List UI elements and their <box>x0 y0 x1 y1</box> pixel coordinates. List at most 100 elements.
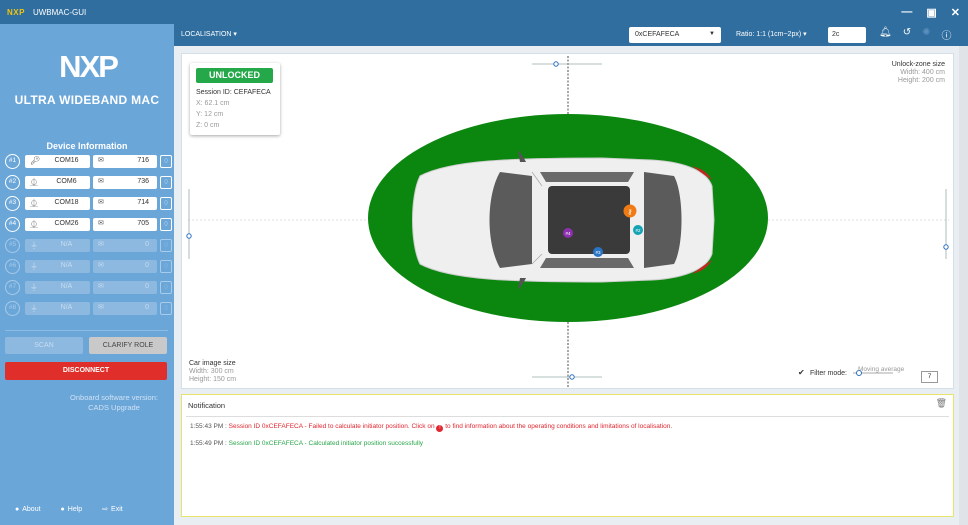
device-port-label: COM6 <box>56 178 77 185</box>
clarify-role-button[interactable]: CLARIFY ROLE <box>89 337 167 354</box>
filter-checkbox[interactable]: ✔ <box>798 369 806 377</box>
antenna-icon: ⏂ <box>30 178 38 187</box>
device-port-field[interactable]: ⏚ N/A <box>25 302 90 315</box>
lightbulb-icon[interactable]: ♢ <box>160 155 172 168</box>
device-row: #4 ⏂ COM26 ✉ 705 ♢ <box>5 217 172 232</box>
undo-icon[interactable]: ↺ <box>903 27 911 42</box>
device-number: #6 <box>5 259 20 274</box>
lightbulb-icon[interactable]: ♢ <box>160 176 172 189</box>
window-controls: — ▣ ✕ <box>901 0 960 24</box>
help-icon: ● <box>60 505 65 513</box>
coord-x: X: 62.1 cm <box>196 100 230 107</box>
device-value-field[interactable]: ✉ 716 <box>93 155 157 168</box>
about-label: About <box>22 505 41 513</box>
notification-message-error: 1:55:43 PM : Session ID 0xCEFAFECA - Fai… <box>190 423 672 432</box>
device-number: #1 <box>5 154 20 169</box>
device-port-field[interactable]: ⏚ N/A <box>25 239 90 252</box>
ratio-input[interactable]: 2c <box>828 27 866 43</box>
device-row: #3 ⏂ COM18 ✉ 714 ♢ <box>5 196 172 211</box>
device-port-label: N/A <box>60 262 73 269</box>
session-select[interactable]: 0xCEFAFECA ▼ <box>629 27 721 43</box>
device-number: #8 <box>5 301 20 316</box>
status-badge: UNLOCKED <box>196 68 273 83</box>
mail-icon: ✉ <box>98 262 104 269</box>
notification-title: Notification <box>188 401 226 410</box>
device-port-field[interactable]: ⏂ COM18 <box>25 197 90 210</box>
device-value-field[interactable]: ✉ 0 <box>93 302 157 315</box>
usb-icon: ⏚ <box>30 283 38 292</box>
lightbulb-icon[interactable]: ♢ <box>160 197 172 210</box>
mail-icon: ✉ <box>98 199 104 206</box>
device-port-label: COM26 <box>54 220 79 227</box>
device-value-field[interactable]: ✉ 0 <box>93 239 157 252</box>
key-icon: ⚷ <box>627 208 632 216</box>
bell-icon[interactable]: 🔔︎ <box>879 27 892 42</box>
device-port-label: N/A <box>60 241 73 248</box>
device-port-label: COM16 <box>54 157 79 164</box>
car-width: Width: 300 cm <box>189 368 234 375</box>
message-text-continued: to find information about the operating … <box>445 423 673 430</box>
device-value-field[interactable]: ✉ 714 <box>93 197 157 210</box>
mail-icon: ✉ <box>98 241 104 248</box>
about-link[interactable]: ● About <box>15 505 41 513</box>
device-row: #7 ⏚ N/A ✉ 0 ♢ <box>5 280 172 295</box>
device-port-field[interactable]: ⏚ N/A <box>25 260 90 273</box>
device-value-field[interactable]: ✉ 705 <box>93 218 157 231</box>
settings-icon[interactable]: ✺ <box>922 27 930 42</box>
key-fob-marker: ⚷ <box>623 204 637 218</box>
maximize-button[interactable]: ▣ <box>926 6 936 19</box>
antenna-icon: ⏂ <box>30 220 38 229</box>
lightbulb-icon[interactable]: ♢ <box>160 302 172 315</box>
ratio-label: Ratio: 1:1 (1cm~2px) <box>736 31 802 38</box>
right-handle <box>943 244 949 250</box>
mail-icon: ✉ <box>98 220 104 227</box>
lightbulb-icon[interactable]: ♢ <box>160 239 172 252</box>
main-scrollbar[interactable] <box>959 46 968 525</box>
anchor-3: #3 <box>593 247 603 257</box>
ratio-dropdown[interactable]: Ratio: 1:1 (1cm~2px) ▾ <box>736 30 807 38</box>
lightbulb-icon[interactable]: ♢ <box>160 281 172 294</box>
device-port-field[interactable]: ⏂ COM26 <box>25 218 90 231</box>
device-value: 0 <box>145 304 149 311</box>
device-port-field[interactable]: 🔑︎ COM16 <box>25 155 90 168</box>
device-value-field[interactable]: ✉ 736 <box>93 176 157 189</box>
mail-icon: ✉ <box>98 157 104 164</box>
minimize-button[interactable]: — <box>901 6 912 18</box>
device-value: 714 <box>137 199 149 206</box>
device-port-field[interactable]: ⏚ N/A <box>25 281 90 294</box>
localisation-menu[interactable]: LOCALISATION ▾ <box>181 30 237 38</box>
device-row: #8 ⏚ N/A ✉ 0 ♢ <box>5 301 172 316</box>
sidebar-divider <box>5 330 168 331</box>
exit-icon: ⇨ <box>102 506 109 513</box>
device-port-field[interactable]: ⏂ COM6 <box>25 176 90 189</box>
notification-divider <box>186 416 949 417</box>
anchor-4-label: #4 <box>565 231 571 236</box>
error-info-icon[interactable]: ! <box>436 425 444 432</box>
message-time: 1:55:43 PM : <box>190 423 227 430</box>
disconnect-button[interactable]: DISCONNECT <box>5 362 167 380</box>
device-port-label: COM18 <box>54 199 79 206</box>
car-height: Height: 150 cm <box>189 376 237 383</box>
usb-icon: ⏚ <box>30 304 38 313</box>
usb-icon: ⏚ <box>30 241 38 250</box>
scan-button[interactable]: SCAN <box>5 337 83 354</box>
lightbulb-icon[interactable]: ♢ <box>160 260 172 273</box>
moving-average-input[interactable]: 7 <box>921 371 938 383</box>
session-select-value: 0xCEFAFECA <box>635 31 680 38</box>
info-icon[interactable]: ⓘ <box>941 27 951 42</box>
help-link[interactable]: ● Help <box>61 505 83 513</box>
sidebar-footer: ● About ● Help ⇨ Exit <box>15 505 123 514</box>
sidebar: NXP ULTRA WIDEBAND MAC Device Informatio… <box>0 24 174 525</box>
close-button[interactable]: ✕ <box>951 6 960 19</box>
unlock-zone-width: Width: 400 cm <box>900 69 945 76</box>
help-label: Help <box>67 505 83 513</box>
left-handle <box>186 233 192 239</box>
notification-panel: Notification 🗑︎ 1:55:43 PM : Session ID … <box>181 394 954 517</box>
trash-icon[interactable]: 🗑︎ <box>936 398 947 409</box>
lightbulb-icon[interactable]: ♢ <box>160 218 172 231</box>
car-image-size: Car image size Width: 300 cm Height: 150… <box>189 360 236 384</box>
device-port-label: N/A <box>60 304 73 311</box>
device-value-field[interactable]: ✉ 0 <box>93 281 157 294</box>
device-value-field[interactable]: ✉ 0 <box>93 260 157 273</box>
exit-link[interactable]: ⇨ Exit <box>102 505 123 514</box>
